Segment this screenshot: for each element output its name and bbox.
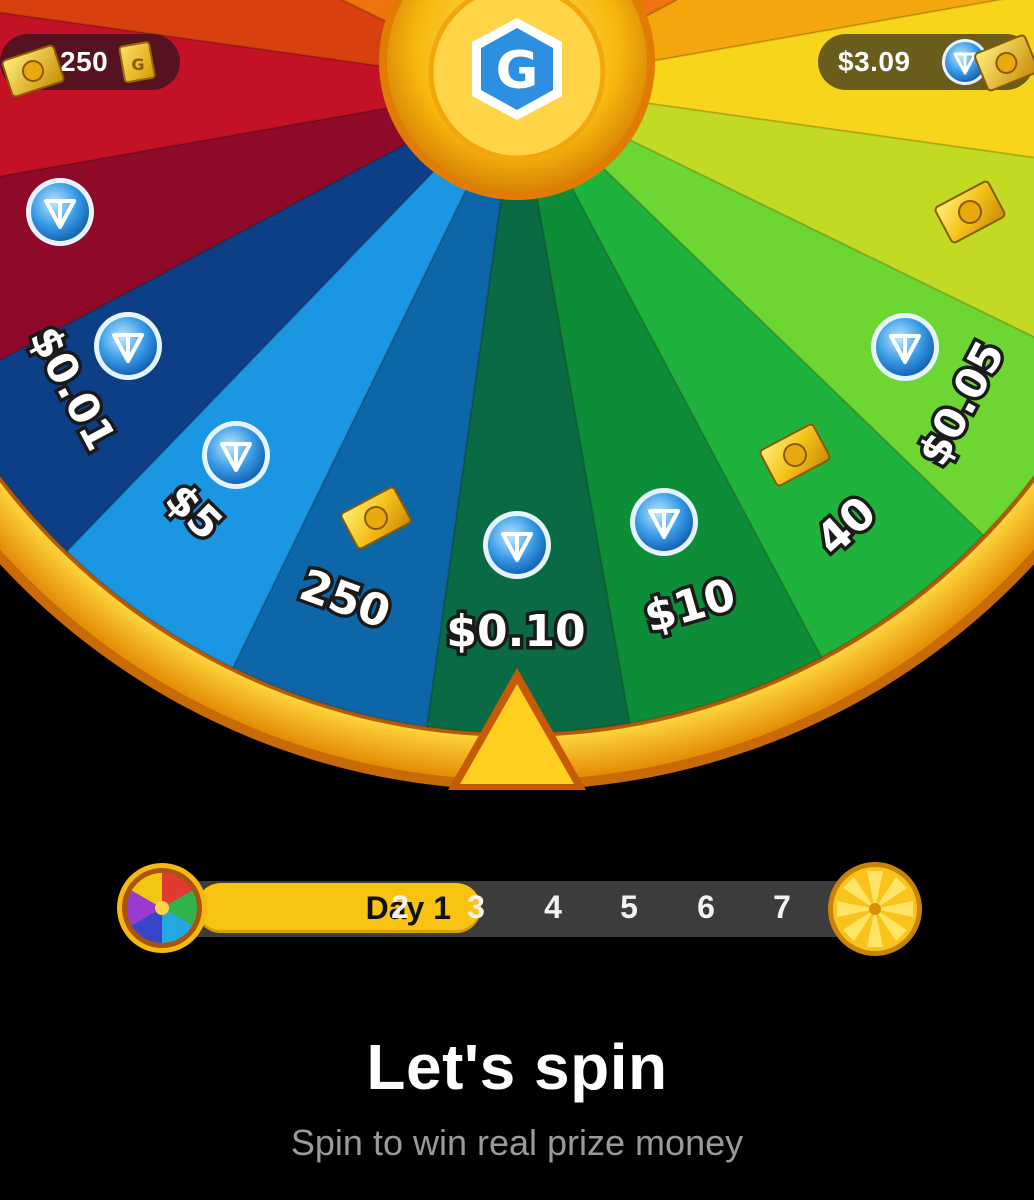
usd-balance: $3.09 [838,46,911,77]
day-label: 2 [391,889,409,925]
day-1-badge[interactable]: Day 1 [196,883,481,933]
color-wheel-icon [117,863,207,953]
golden-ticket-icon [974,34,1034,92]
day-label: 4 [544,889,562,925]
logo-letter: G [496,41,539,101]
day-label: 3 [467,889,485,925]
ton-coin-icon [483,511,551,579]
ton-coin-icon [630,488,698,556]
prize-wheel[interactable]: $0.01 $5 250 $0.10 $10 40 $0.05 G [0,0,1034,800]
tickets-balance: 250 [60,46,109,77]
ton-coin-icon [202,421,270,489]
ton-coin-icon [26,178,94,246]
segment-label: $0.10 [446,606,585,657]
day-label: 6 [697,889,715,925]
spin-screen: $0.01 $5 250 $0.10 $10 40 $0.05 G 250 G [0,0,1034,1200]
day-label: 7 [773,889,791,925]
golden-ticket-icon: G [118,41,156,84]
ton-coin-icon [94,312,162,380]
golden-wheel-icon [828,862,922,956]
ton-coin-icon [871,313,939,381]
golden-ticket-icon [1,44,65,98]
page-subtitle: Spin to win real prize money [290,1122,744,1163]
daily-spin-progress: Day 1 2 3 4 5 6 7 [116,862,926,956]
page-title: Let's spin [366,1031,668,1103]
ticket-letter: G [132,55,145,74]
day-label: 5 [620,889,638,925]
